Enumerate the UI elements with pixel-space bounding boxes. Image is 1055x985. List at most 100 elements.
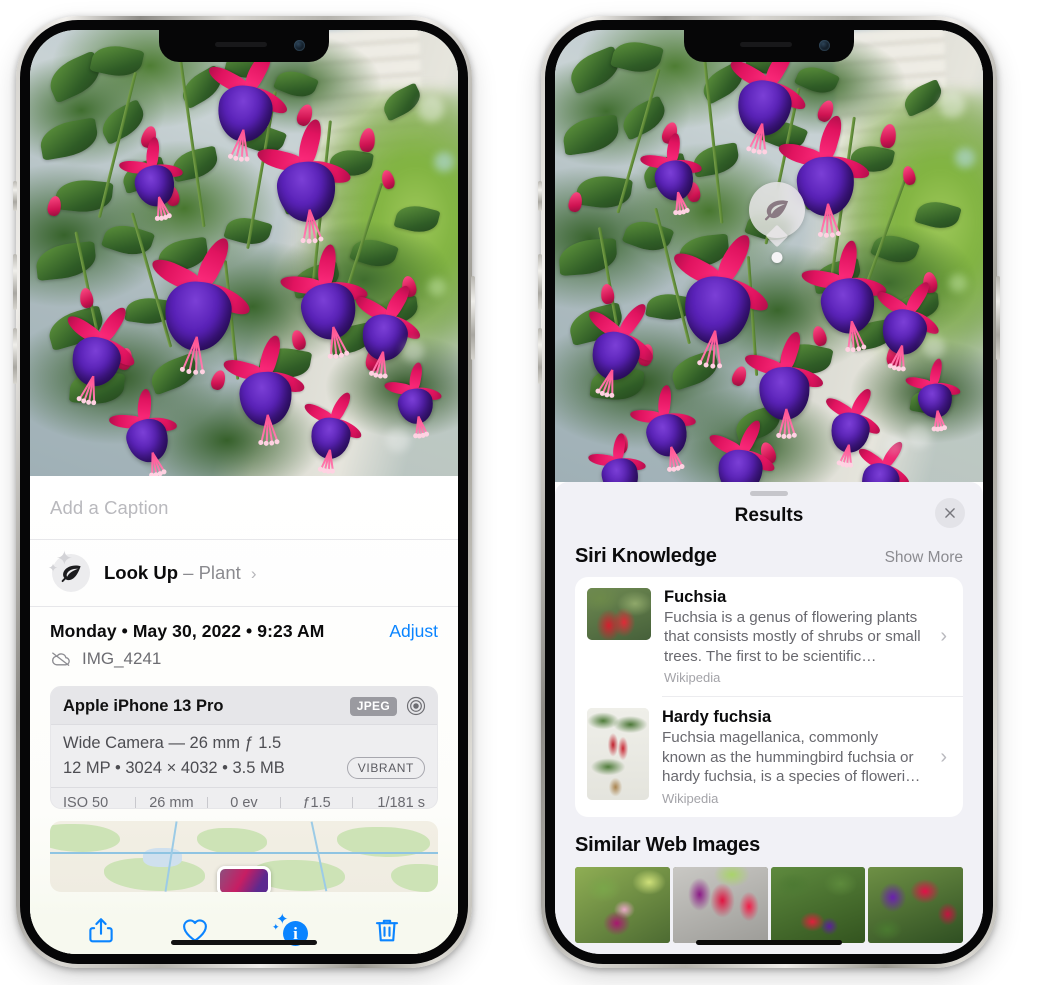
photo-info-sheet: Add a Caption ✦ ✦ Look Up – Plant › Mond… — [30, 476, 458, 954]
similar-image-thumbnail[interactable] — [770, 866, 866, 943]
bokeh-highlight — [949, 274, 967, 292]
look-up-dash: – — [183, 562, 194, 583]
thumbnail-art — [575, 866, 670, 943]
camera-dimensions: 12 MP • 3024 × 4032 • 3.5 MB — [63, 758, 285, 777]
results-header: Results — [555, 496, 983, 541]
similar-images-title: Similar Web Images — [575, 833, 760, 856]
thumbnail-art — [672, 866, 768, 943]
photo-location-pin — [217, 866, 271, 893]
location-map[interactable] — [50, 820, 438, 893]
bokeh-highlight — [955, 148, 975, 168]
exif-value: 1/181 s — [377, 795, 425, 809]
bokeh-highlight — [418, 96, 444, 122]
visual-lookup-badge[interactable] — [749, 182, 805, 248]
knowledge-thumbnail — [587, 708, 649, 801]
knowledge-description: Fuchsia magellanica, commonly known as t… — [662, 729, 921, 786]
knowledge-source: Wikipedia — [662, 790, 719, 806]
delete-button[interactable] — [372, 915, 402, 945]
home-indicator-left[interactable] — [171, 940, 317, 945]
thumbnail-art — [587, 588, 651, 640]
exif-value: ƒ1.5 — [302, 795, 331, 809]
bokeh-highlight — [428, 278, 446, 296]
volume-up-button-right[interactable] — [538, 254, 542, 310]
similar-image-thumbnail[interactable] — [575, 866, 670, 943]
look-up-subject: Plant — [198, 562, 241, 583]
fuchsia-blossom — [737, 324, 830, 436]
camera-device-name: Apple iPhone 13 Pro — [63, 696, 224, 715]
knowledge-source: Wikipedia — [664, 670, 721, 686]
cloud-slash-icon — [52, 652, 70, 666]
thumbnail-art — [770, 866, 866, 943]
siri-knowledge-card: Fuchsia Fuchsia is a genus of flowering p… — [575, 577, 963, 817]
silent-switch-left[interactable] — [13, 181, 17, 211]
similar-image-thumbnail[interactable] — [868, 866, 963, 943]
bokeh-highlight — [939, 92, 965, 118]
siri-knowledge-title: Siri Knowledge — [575, 545, 717, 567]
bokeh-highlight — [402, 340, 424, 362]
knowledge-text: Hardy fuchsia Fuchsia magellanica, common… — [662, 708, 925, 805]
iphone-right: Results Siri Knowledge Show More Fuchsia… — [538, 16, 1000, 968]
photo-datetime: Monday • May 30, 2022 • 9:23 AM — [50, 621, 325, 641]
volume-up-button-left[interactable] — [13, 254, 17, 310]
power-button-left[interactable] — [471, 276, 475, 360]
silent-switch-right[interactable] — [538, 181, 542, 211]
show-more-button[interactable]: Show More — [885, 549, 963, 567]
front-camera-left — [294, 40, 305, 51]
results-title: Results — [734, 505, 804, 526]
bokeh-highlight — [907, 424, 931, 448]
front-camera-right — [819, 40, 830, 51]
exif-row: ISO 50 26 mm 0 ev ƒ1.5 1/181 s — [51, 787, 437, 809]
camera-lens-info: Wide Camera — 26 mm ƒ 1.5 — [63, 734, 282, 752]
similar-images-header: Similar Web Images — [555, 817, 983, 863]
volume-down-button-right[interactable] — [538, 328, 542, 384]
close-button[interactable] — [935, 498, 965, 528]
screenshot-canvas: Add a Caption ✦ ✦ Look Up – Plant › Mond… — [0, 0, 1055, 985]
sparkle-small-icon: ✦ — [272, 922, 280, 933]
iphone-left: Add a Caption ✦ ✦ Look Up – Plant › Mond… — [13, 16, 475, 968]
exif-value: 0 ev — [230, 795, 258, 809]
exif-value: 26 mm — [149, 795, 194, 809]
bokeh-highlight — [885, 436, 905, 456]
similar-image-thumbnail[interactable] — [672, 866, 768, 943]
photo-viewer-left[interactable] — [30, 30, 458, 476]
leaf-icon — [764, 200, 789, 221]
look-up-label: Look Up – Plant › — [104, 562, 257, 584]
siri-knowledge-header: Siri Knowledge Show More — [555, 541, 983, 577]
caption-input[interactable]: Add a Caption — [30, 476, 458, 540]
look-up-row[interactable]: ✦ ✦ Look Up – Plant › — [30, 540, 458, 607]
leaf-icon: ✦ ✦ — [48, 549, 90, 592]
adjust-button[interactable]: Adjust — [389, 621, 438, 642]
fuchsia-blossom — [631, 124, 712, 213]
fuchsia-blossom — [699, 410, 785, 482]
bokeh-highlight — [923, 336, 945, 358]
close-icon — [945, 508, 955, 518]
screen-right: Results Siri Knowledge Show More Fuchsia… — [555, 30, 983, 954]
bokeh-highlight — [386, 428, 410, 452]
thumbnail-art — [587, 708, 649, 801]
similar-images-grid — [555, 866, 983, 943]
home-indicator-right[interactable] — [696, 940, 842, 945]
photo-metadata-block: Monday • May 30, 2022 • 9:23 AM Adjust I… — [30, 607, 458, 679]
camera-info-card[interactable]: Apple iPhone 13 Pro JPEG Wide Camera — 2… — [50, 686, 438, 809]
thumbnail-art — [868, 866, 963, 943]
photo-filename: IMG_4241 — [82, 649, 162, 668]
fuchsia-blossom — [247, 109, 361, 241]
color-profile-badge: VIBRANT — [346, 757, 425, 779]
earpiece-speaker-left — [215, 42, 267, 47]
sparkle-small-icon: ✦ — [48, 561, 59, 575]
knowledge-thumbnail — [587, 588, 651, 640]
photo-viewer-right[interactable] — [555, 30, 983, 482]
format-badge: JPEG — [349, 696, 397, 716]
fuchsia-blossom — [899, 352, 967, 429]
power-button-right[interactable] — [996, 276, 1000, 360]
exif-value: ISO 50 — [63, 795, 109, 809]
chevron-right-icon: › — [940, 745, 947, 768]
volume-down-button-left[interactable] — [13, 328, 17, 384]
knowledge-title: Fuchsia — [664, 588, 727, 606]
bokeh-highlight — [434, 152, 454, 172]
knowledge-list-item[interactable]: Hardy fuchsia Fuchsia magellanica, common… — [575, 697, 963, 816]
knowledge-description: Fuchsia is a genus of flowering plants t… — [664, 609, 921, 665]
notch-right — [684, 30, 854, 62]
share-button[interactable] — [86, 915, 116, 945]
knowledge-list-item[interactable]: Fuchsia Fuchsia is a genus of flowering p… — [575, 577, 963, 696]
